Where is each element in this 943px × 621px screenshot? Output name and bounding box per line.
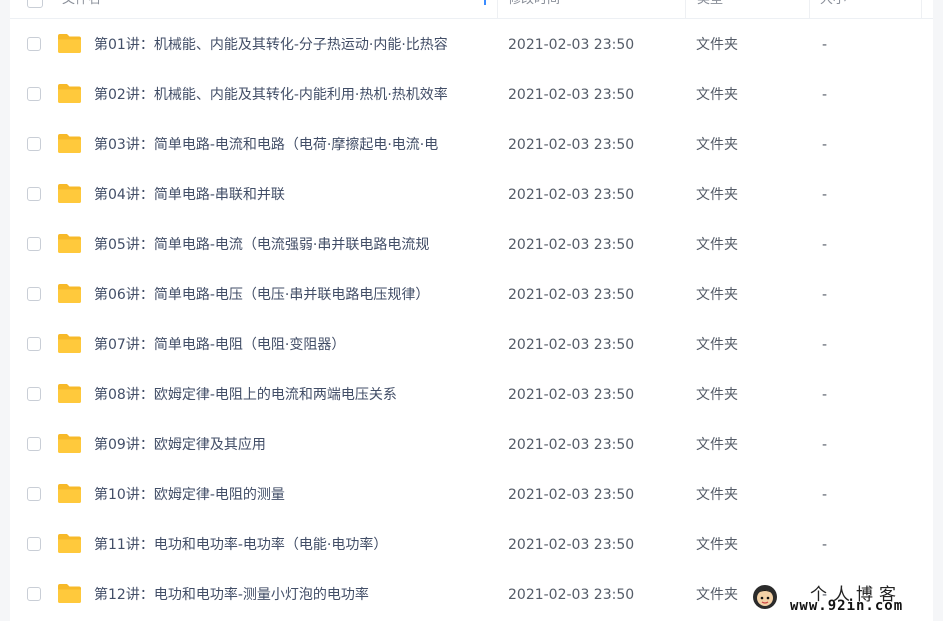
file-size: - bbox=[822, 237, 828, 253]
file-name[interactable]: 第11讲：电功和电功率-电功率（电能·电功率） bbox=[94, 520, 387, 570]
column-divider bbox=[497, 0, 498, 18]
file-name[interactable]: 第04讲：简单电路-串联和并联 bbox=[94, 170, 285, 220]
blog-watermark: 个人博客 www.92in.com bbox=[752, 580, 937, 618]
list-header: 文件名 修改时间 类型 大小 bbox=[10, 0, 933, 19]
row-checkbox[interactable] bbox=[27, 587, 41, 601]
modified-time: 2021-02-03 23:50 bbox=[508, 87, 635, 103]
column-header-type[interactable]: 类型 bbox=[697, 0, 723, 18]
folder-icon bbox=[58, 34, 81, 53]
file-name[interactable]: 第09讲：欧姆定律及其应用 bbox=[94, 420, 266, 470]
file-type: 文件夹 bbox=[696, 537, 738, 553]
row-checkbox[interactable] bbox=[27, 237, 41, 251]
file-type: 文件夹 bbox=[696, 37, 738, 53]
folder-icon bbox=[58, 334, 81, 353]
file-type: 文件夹 bbox=[696, 587, 738, 603]
file-name[interactable]: 第05讲：简单电路-电流（电流强弱·串并联电路电流规 bbox=[94, 220, 429, 270]
folder-icon bbox=[58, 184, 81, 203]
column-divider bbox=[685, 0, 686, 18]
modified-time: 2021-02-03 23:50 bbox=[508, 337, 635, 353]
modified-time: 2021-02-03 23:50 bbox=[508, 487, 635, 503]
modified-time: 2021-02-03 23:50 bbox=[508, 287, 635, 303]
folder-icon bbox=[58, 134, 81, 153]
table-row[interactable]: 第02讲：机械能、内能及其转化-内能利用·热机·热机效率 2021-02-03 … bbox=[10, 70, 933, 120]
file-size: - bbox=[822, 437, 828, 453]
column-divider bbox=[921, 0, 922, 18]
modified-time: 2021-02-03 23:50 bbox=[508, 387, 635, 403]
file-name[interactable]: 第07讲：简单电路-电阻（电阻·变阻器） bbox=[94, 320, 345, 370]
modified-time: 2021-02-03 23:50 bbox=[508, 237, 635, 253]
watermark-url: www.92in.com bbox=[790, 598, 904, 614]
table-row[interactable]: 第07讲：简单电路-电阻（电阻·变阻器） 2021-02-03 23:50 文件… bbox=[10, 320, 933, 370]
file-name[interactable]: 第12讲：电功和电功率-测量小灯泡的电功率 bbox=[94, 570, 369, 620]
avatar-icon bbox=[753, 585, 777, 609]
modified-time: 2021-02-03 23:50 bbox=[508, 537, 635, 553]
table-row[interactable]: 第09讲：欧姆定律及其应用 2021-02-03 23:50 文件夹 - bbox=[10, 420, 933, 470]
folder-icon bbox=[58, 84, 81, 103]
file-name[interactable]: 第08讲：欧姆定律-电阻上的电流和两端电压关系 bbox=[94, 370, 397, 420]
row-checkbox[interactable] bbox=[27, 187, 41, 201]
file-name[interactable]: 第01讲：机械能、内能及其转化-分子热运动·内能·比热容 bbox=[94, 20, 448, 70]
file-size: - bbox=[822, 387, 828, 403]
file-type: 文件夹 bbox=[696, 487, 738, 503]
file-rows: 第01讲：机械能、内能及其转化-分子热运动·内能·比热容 2021-02-03 … bbox=[10, 20, 933, 620]
table-row[interactable]: 第01讲：机械能、内能及其转化-分子热运动·内能·比热容 2021-02-03 … bbox=[10, 20, 933, 70]
file-type: 文件夹 bbox=[696, 237, 738, 253]
folder-icon bbox=[58, 584, 81, 603]
file-type: 文件夹 bbox=[696, 287, 738, 303]
column-divider bbox=[809, 0, 810, 18]
row-checkbox[interactable] bbox=[27, 137, 41, 151]
row-checkbox[interactable] bbox=[27, 437, 41, 451]
modified-time: 2021-02-03 23:50 bbox=[508, 437, 635, 453]
table-row[interactable]: 第11讲：电功和电功率-电功率（电能·电功率） 2021-02-03 23:50… bbox=[10, 520, 933, 570]
file-name[interactable]: 第03讲：简单电路-电流和电路（电荷·摩擦起电·电流·电 bbox=[94, 120, 438, 170]
file-name[interactable]: 第06讲：简单电路-电压（电压·串并联电路电压规律） bbox=[94, 270, 429, 320]
file-list-window: 文件名 修改时间 类型 大小 第01讲：机械能、内能及其转化-分子热运动·内能·… bbox=[10, 0, 933, 621]
file-name[interactable]: 第10讲：欧姆定律-电阻的测量 bbox=[94, 470, 285, 520]
file-size: - bbox=[822, 37, 828, 53]
select-all-checkbox[interactable] bbox=[27, 0, 43, 8]
column-resize-handle[interactable] bbox=[484, 0, 486, 5]
column-header-size[interactable]: 大小 bbox=[820, 0, 846, 18]
table-row[interactable]: 第03讲：简单电路-电流和电路（电荷·摩擦起电·电流·电 2021-02-03 … bbox=[10, 120, 933, 170]
modified-time: 2021-02-03 23:50 bbox=[508, 37, 635, 53]
column-header-mtime[interactable]: 修改时间 bbox=[508, 0, 560, 18]
row-checkbox[interactable] bbox=[27, 87, 41, 101]
table-row[interactable]: 第04讲：简单电路-串联和并联 2021-02-03 23:50 文件夹 - bbox=[10, 170, 933, 220]
file-size: - bbox=[822, 187, 828, 203]
folder-icon bbox=[58, 484, 81, 503]
file-name[interactable]: 第02讲：机械能、内能及其转化-内能利用·热机·热机效率 bbox=[94, 70, 448, 120]
folder-icon bbox=[58, 434, 81, 453]
file-size: - bbox=[822, 137, 828, 153]
file-size: - bbox=[822, 487, 828, 503]
file-type: 文件夹 bbox=[696, 437, 738, 453]
folder-icon bbox=[58, 384, 81, 403]
modified-time: 2021-02-03 23:50 bbox=[508, 187, 635, 203]
row-checkbox[interactable] bbox=[27, 37, 41, 51]
row-checkbox[interactable] bbox=[27, 537, 41, 551]
row-checkbox[interactable] bbox=[27, 387, 41, 401]
folder-icon bbox=[58, 534, 81, 553]
file-type: 文件夹 bbox=[696, 187, 738, 203]
row-checkbox[interactable] bbox=[27, 337, 41, 351]
table-row[interactable]: 第06讲：简单电路-电压（电压·串并联电路电压规律） 2021-02-03 23… bbox=[10, 270, 933, 320]
table-row[interactable]: 第10讲：欧姆定律-电阻的测量 2021-02-03 23:50 文件夹 - bbox=[10, 470, 933, 520]
row-checkbox[interactable] bbox=[27, 287, 41, 301]
table-row[interactable]: 第08讲：欧姆定律-电阻上的电流和两端电压关系 2021-02-03 23:50… bbox=[10, 370, 933, 420]
file-type: 文件夹 bbox=[696, 87, 738, 103]
modified-time: 2021-02-03 23:50 bbox=[508, 137, 635, 153]
folder-icon bbox=[58, 234, 81, 253]
file-size: - bbox=[822, 537, 828, 553]
file-size: - bbox=[822, 287, 828, 303]
file-size: - bbox=[822, 337, 828, 353]
row-checkbox[interactable] bbox=[27, 487, 41, 501]
file-type: 文件夹 bbox=[696, 387, 738, 403]
modified-time: 2021-02-03 23:50 bbox=[508, 587, 635, 603]
folder-icon bbox=[58, 284, 81, 303]
table-row[interactable]: 第05讲：简单电路-电流（电流强弱·串并联电路电流规 2021-02-03 23… bbox=[10, 220, 933, 270]
file-size: - bbox=[822, 87, 828, 103]
file-type: 文件夹 bbox=[696, 137, 738, 153]
file-type: 文件夹 bbox=[696, 337, 738, 353]
column-header-name[interactable]: 文件名 bbox=[62, 0, 101, 18]
